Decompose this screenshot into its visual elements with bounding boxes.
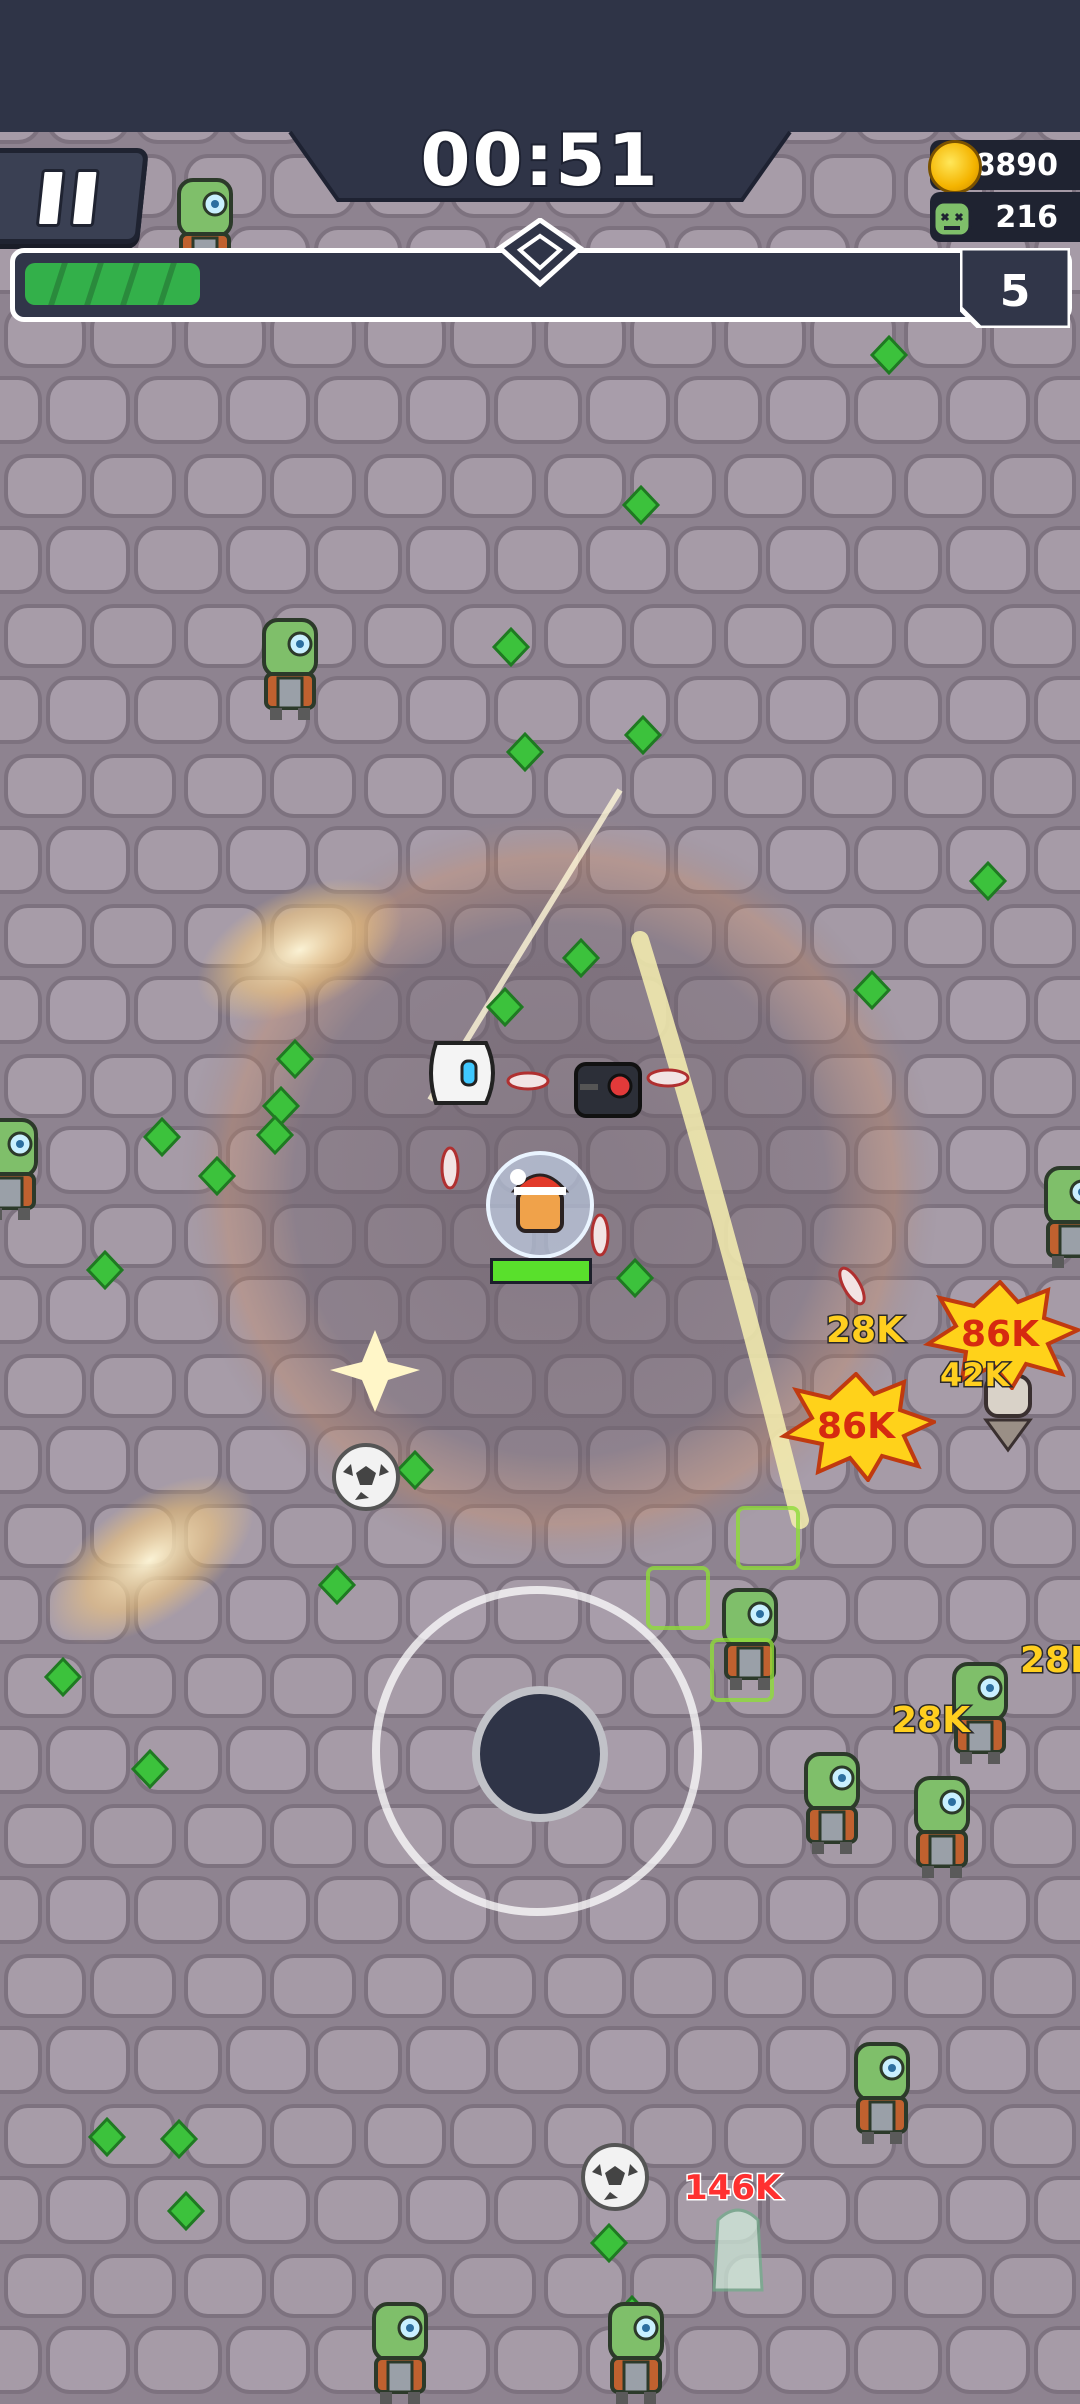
soccer-ball [581,2143,649,2211]
kill-count: 216 [995,200,1058,235]
damage-burst-value: 86K [961,1314,1039,1355]
missile [590,1213,610,1257]
joystick-knob[interactable] [472,1686,608,1822]
player-level: 5 [999,266,1031,317]
damage-number: 42K [938,1355,1010,1396]
player-health-bar [490,1258,592,1284]
missile [440,1146,460,1190]
survival-timer: 00:51 [418,116,660,204]
missile [646,1068,690,1088]
player-layer [429,1041,866,1306]
missile [838,1266,866,1306]
damage-number: 28K [825,1309,906,1353]
skull-zombie-icon [932,200,972,238]
game-stage: 86K 86K 28K 42K 28K 28K 146K 00:51 18890… [0,0,1080,2404]
rank-emblem-icon [496,218,584,288]
damage-number-critical: 146K [682,2167,782,2210]
red-eye-drone [574,1062,642,1118]
pause-icon [35,169,66,227]
damage-number: 28K [891,1699,972,1743]
pause-icon-bar [69,169,100,227]
damage-burst: 86K [776,1372,936,1482]
player-health-fill [493,1261,589,1281]
white-drone [429,1041,495,1105]
pause-button[interactable] [0,148,150,244]
soccer-ball [332,1443,400,1511]
experience-fill [18,263,200,305]
missile [506,1071,550,1091]
damage-burst-value: 86K [817,1406,895,1447]
coin-icon [928,140,982,194]
damage-number: 28K [1019,1639,1080,1683]
